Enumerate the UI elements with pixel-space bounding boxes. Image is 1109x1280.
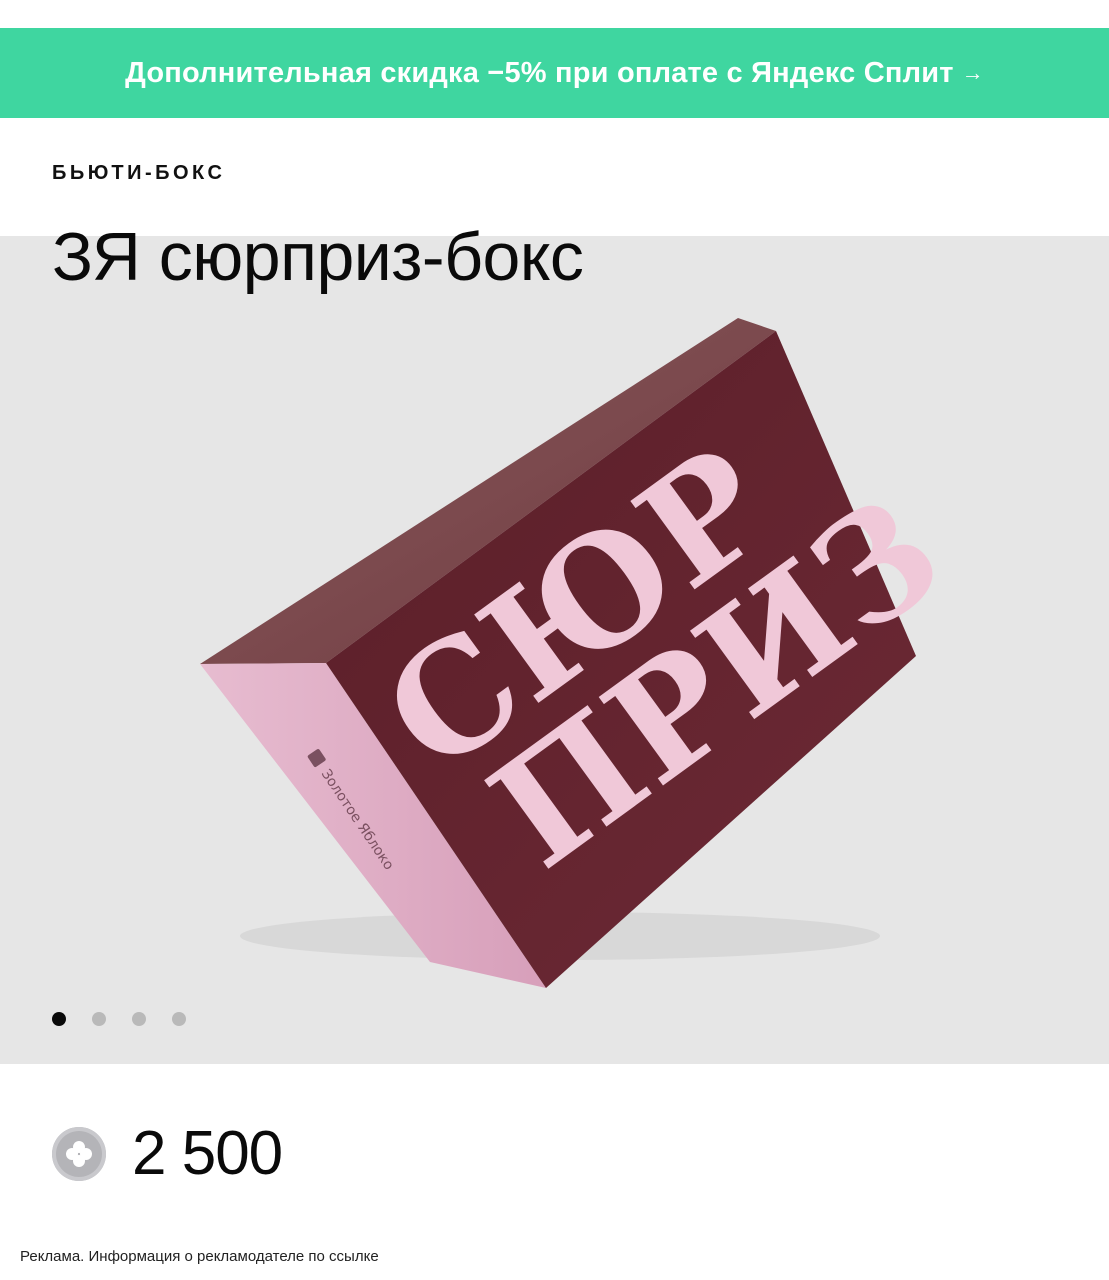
product-category: БЬЮТИ-БОКС [52, 162, 226, 184]
promo-banner[interactable]: Дополнительная скидка −5% при оплате с Я… [0, 28, 1109, 118]
arrow-right-icon: → [961, 60, 984, 85]
product-price: 2 500 [132, 1119, 283, 1188]
ad-disclaimer[interactable]: Реклама. Информация о рекламодателе по с… [20, 1248, 379, 1265]
product-image: СЮР ПРИЗ Золотое Яблоко [200, 318, 972, 988]
plus-points-icon [52, 1126, 106, 1181]
product-card: Дополнительная скидка −5% при оплате с Я… [0, 0, 1109, 1280]
promo-text: Дополнительная скидка −5% при оплате с Я… [125, 56, 954, 89]
gallery-dot[interactable] [132, 1012, 146, 1026]
price-row: 2 500 [52, 1118, 283, 1189]
gallery-dot[interactable] [172, 1012, 186, 1026]
gallery-pagination [52, 1012, 186, 1026]
gallery-dot[interactable] [52, 1012, 66, 1026]
product-title: ЗЯ сюрприз-бокс [52, 219, 584, 295]
gallery-dot[interactable] [92, 1012, 106, 1026]
product-image-gallery[interactable]: СЮР ПРИЗ Золотое Яблоко [0, 236, 1109, 1064]
